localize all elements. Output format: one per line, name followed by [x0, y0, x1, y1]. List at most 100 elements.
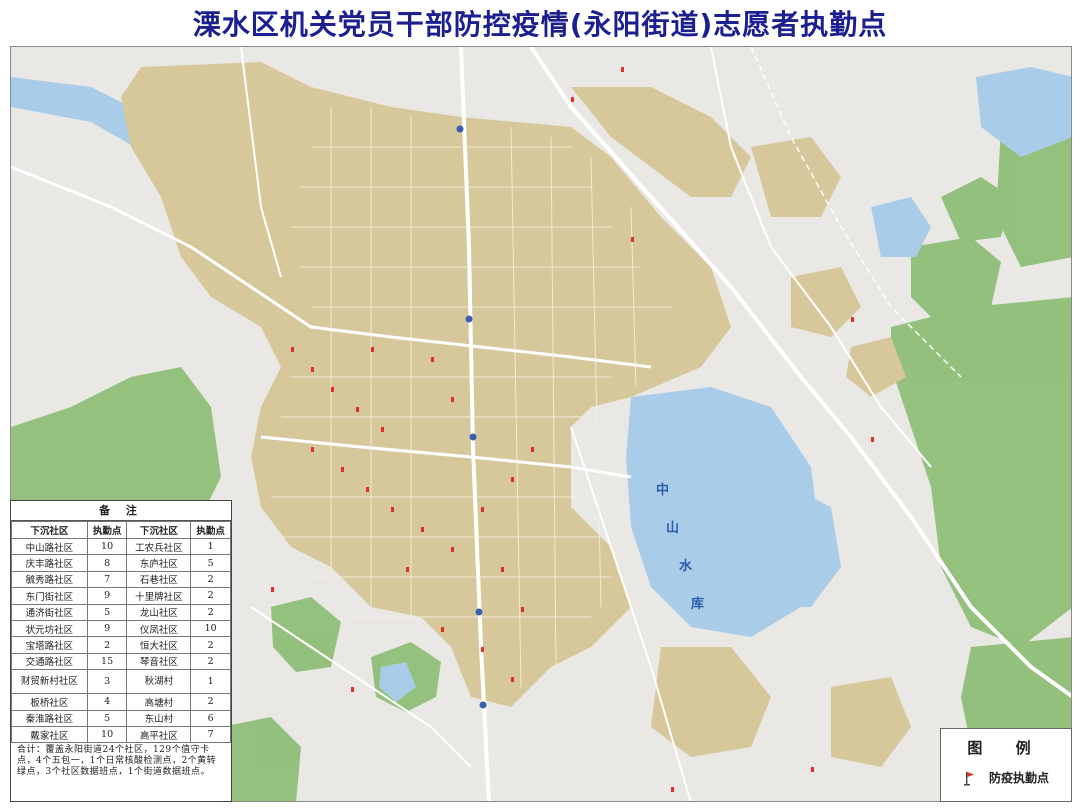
lake-label-1: 中 [656, 483, 670, 498]
duty-point-marker [351, 687, 354, 692]
duty-point-marker [501, 567, 504, 572]
duty-point-marker [481, 507, 484, 512]
community-name: 仪凤社区 [126, 619, 192, 638]
duty-count: 6 [190, 709, 231, 727]
notes-table: 备 注 下沉社区 执勤点 下沉社区 执勤点 中山路社区 10 工农兵社区 1 庆丰路社… [10, 500, 232, 802]
duty-point-marker [331, 387, 334, 392]
header-community: 下沉社区 [11, 521, 88, 539]
community-name: 东山村 [126, 709, 192, 727]
duty-point-marker [381, 427, 384, 432]
legend-title: 图 例 [967, 739, 1045, 757]
duty-count: 5 [86, 709, 128, 727]
notes-grid: 下沉社区 执勤点 下沉社区 执勤点 中山路社区 10 工农兵社区 1 庆丰路社区 8 东庐… [11, 521, 231, 744]
duty-count: 2 [190, 652, 231, 671]
duty-point-marker [421, 527, 424, 532]
duty-point-marker [451, 547, 454, 552]
duty-point-marker [631, 237, 634, 242]
community-name: 板桥社区 [11, 693, 88, 711]
community-name: 高塘村 [126, 693, 192, 711]
community-name: 东庐社区 [126, 554, 192, 572]
duty-count: 2 [86, 636, 128, 654]
community-name: 秋湖村 [126, 669, 192, 695]
duty-count: 5 [86, 603, 128, 621]
table-row: 毓秀路社区 7 石巷社区 2 [11, 570, 231, 589]
community-name: 戴家社区 [11, 725, 88, 744]
duty-point-marker [366, 487, 369, 492]
table-row: 中山路社区 10 工农兵社区 1 [11, 537, 231, 556]
duty-count: 2 [190, 587, 231, 605]
table-row: 状元坊社区 9 仪凤社区 10 [11, 619, 231, 638]
duty-point-marker [406, 567, 409, 572]
duty-point-marker [341, 467, 344, 472]
duty-point-marker [311, 447, 314, 452]
community-name: 东门街社区 [11, 587, 88, 605]
legend-item-duty-point: 防疫执勤点 [963, 769, 1049, 786]
table-row: 板桥社区 4 高塘村 2 [11, 693, 231, 711]
red-flag-icon [964, 771, 974, 785]
duty-count: 2 [190, 603, 231, 621]
community-name: 庆丰路社区 [11, 554, 88, 572]
community-name: 状元坊社区 [11, 619, 88, 638]
community-name: 财贸新村社区 [11, 669, 88, 695]
table-row: 通济街社区 5 龙山社区 2 [11, 603, 231, 621]
duty-point-marker [291, 347, 294, 352]
table-row: 东门街社区 9 十里牌社区 2 [11, 587, 231, 605]
duty-point-marker [621, 67, 624, 72]
duty-count: 10 [86, 725, 128, 744]
lake-label-4: 库 [691, 597, 705, 612]
duty-point-marker [851, 317, 854, 322]
duty-point-marker [271, 587, 274, 592]
station-marker [456, 125, 464, 133]
community-name: 通济街社区 [11, 603, 88, 621]
duty-point-marker [871, 437, 874, 442]
duty-count: 5 [190, 554, 231, 572]
station-marker [479, 701, 487, 709]
community-name: 高平社区 [126, 725, 192, 744]
notes-summary: 合计：覆盖永阳街道24个社区，129个值守卡点，4个五包一，1个日常核酸检测点，… [17, 745, 217, 778]
duty-point-marker [481, 647, 484, 652]
header-community: 下沉社区 [126, 521, 192, 539]
duty-point-marker [441, 627, 444, 632]
duty-count: 1 [190, 537, 231, 556]
duty-count: 10 [86, 537, 128, 556]
duty-count: 2 [190, 693, 231, 711]
lake-label-2: 山 [666, 521, 680, 536]
community-name: 龙山社区 [126, 603, 192, 621]
duty-count: 4 [86, 693, 128, 711]
table-row: 秦淮路社区 5 东山村 6 [11, 709, 231, 727]
community-name: 石巷社区 [126, 570, 192, 589]
map-title: 溧水区机关党员干部防控疫情(永阳街道)志愿者执勤点 [192, 8, 888, 41]
duty-count: 8 [86, 554, 128, 572]
community-name: 中山路社区 [11, 537, 88, 556]
duty-point-marker [511, 677, 514, 682]
lake-label-3: 水 [679, 559, 693, 574]
duty-count: 7 [190, 725, 231, 744]
community-name: 十里牌社区 [126, 587, 192, 605]
table-row: 庆丰路社区 8 东庐社区 5 [11, 554, 231, 572]
community-name: 交通路社区 [11, 652, 88, 671]
duty-count: 3 [86, 669, 128, 695]
community-name: 琴音社区 [126, 652, 192, 671]
duty-count: 7 [86, 570, 128, 589]
community-name: 工农兵社区 [126, 537, 192, 556]
duty-count: 15 [86, 652, 128, 671]
duty-point-marker [356, 407, 359, 412]
header-duty-points: 执勤点 [86, 521, 128, 539]
table-row: 交通路社区 15 琴音社区 2 [11, 652, 231, 671]
community-name: 宝塔路社区 [11, 636, 88, 654]
duty-point-marker [811, 767, 814, 772]
duty-point-marker [531, 447, 534, 452]
duty-count: 2 [190, 636, 231, 654]
map-legend: 图 例 防疫执勤点 [940, 728, 1072, 802]
duty-point-marker [671, 787, 674, 792]
community-name: 毓秀路社区 [11, 570, 88, 589]
table-row: 财贸新村社区 3 秋湖村 1 [11, 669, 231, 695]
duty-count: 10 [190, 619, 231, 638]
duty-point-marker [521, 607, 524, 612]
table-row: 戴家社区 10 高平社区 7 [11, 725, 231, 744]
community-name: 恒大社区 [126, 636, 192, 654]
duty-point-marker [391, 507, 394, 512]
duty-count: 9 [86, 619, 128, 638]
station-marker [469, 433, 477, 441]
title-bar: 溧水区机关党员干部防控疫情(永阳街道)志愿者执勤点 [0, 0, 1080, 46]
